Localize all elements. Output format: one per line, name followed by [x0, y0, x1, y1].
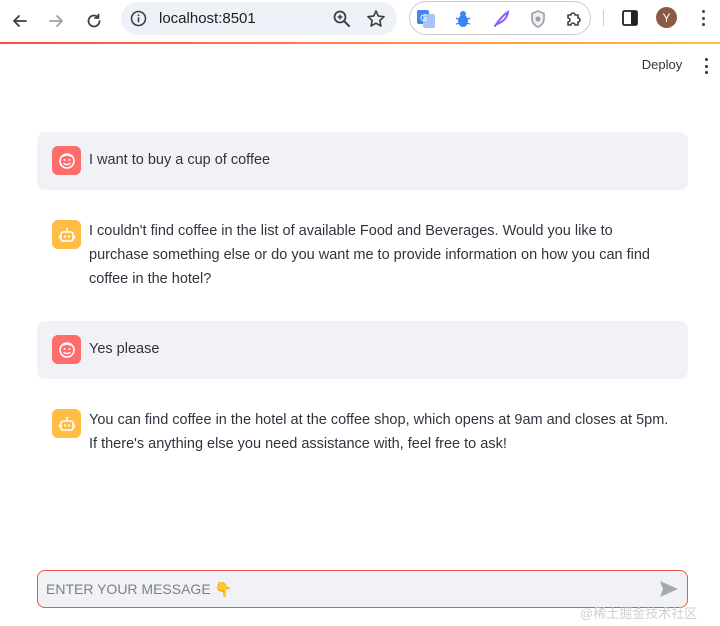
forward-arrow-icon[interactable] — [42, 7, 70, 35]
user-avatar-icon — [52, 146, 81, 175]
chat-message-assistant: You can find coffee in the hotel at the … — [37, 397, 688, 469]
zoom-icon[interactable] — [331, 8, 353, 30]
kebab-menu-icon[interactable] — [697, 8, 709, 28]
watermark-text: @稀土掘金技术社区 — [580, 606, 698, 621]
back-arrow-icon[interactable] — [6, 7, 34, 35]
shield-extension-icon[interactable] — [527, 8, 549, 30]
puzzle-extensions-icon[interactable] — [563, 8, 585, 30]
assistant-bot-icon — [52, 409, 81, 438]
chat-message-user: I want to buy a cup of coffee — [37, 132, 688, 190]
extensions-group: G — [409, 1, 591, 35]
deploy-button[interactable]: Deploy — [636, 57, 688, 75]
browser-toolbar: localhost:8501 G Y — [0, 0, 720, 42]
profile-avatar[interactable]: Y — [656, 7, 677, 28]
toolbar-divider — [603, 10, 604, 26]
chat-message-input[interactable] — [46, 577, 646, 601]
side-panel-icon[interactable] — [621, 9, 639, 27]
translate-extension-icon[interactable]: G — [415, 8, 437, 30]
address-bar[interactable]: localhost:8501 — [121, 2, 397, 35]
message-text: Yes please — [89, 341, 160, 357]
reload-icon[interactable] — [80, 7, 108, 35]
message-text: I couldn't find coffee in the list of av… — [89, 223, 650, 287]
feather-extension-icon[interactable] — [490, 8, 512, 30]
app-menu-icon[interactable] — [702, 58, 710, 74]
svg-text:G: G — [420, 14, 427, 24]
message-text: You can find coffee in the hotel at the … — [89, 412, 669, 452]
chat-message-assistant: I couldn't find coffee in the list of av… — [37, 208, 688, 304]
chat-message-user: Yes please — [37, 321, 688, 379]
message-text: I want to buy a cup of coffee — [89, 152, 271, 168]
site-info-icon[interactable] — [129, 9, 148, 28]
assistant-bot-icon — [52, 220, 81, 249]
bookmark-star-icon[interactable] — [365, 8, 387, 30]
header-accent-line — [0, 42, 720, 44]
bug-extension-icon[interactable] — [452, 8, 474, 30]
user-avatar-icon — [52, 335, 81, 364]
profile-initial: Y — [662, 10, 671, 25]
url-text[interactable]: localhost:8501 — [159, 10, 256, 27]
send-icon[interactable] — [658, 579, 680, 599]
